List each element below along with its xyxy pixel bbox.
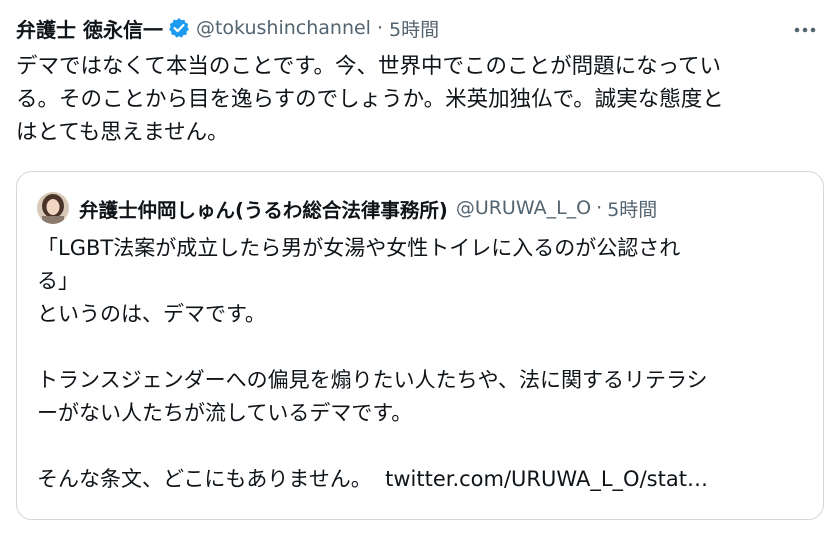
profile-avatar[interactable] [37, 192, 69, 224]
tweet-text-line: はとても思えません。 [16, 120, 229, 145]
more-horizontal-icon [794, 18, 816, 37]
quoted-tweet-header: 弁護士仲岡しゅん(うるわ総合法律事務所) @URUWA_L_O · 5時間 [37, 192, 657, 224]
quoted-text-line: そんな条文、どこにもありません。 [37, 467, 372, 491]
tweet: 弁護士 徳永信一 @tokushinchannel · 5時間 デマではなくて本… [0, 0, 832, 545]
quoted-text-last-line: そんな条文、どこにもありません。 twitter.com/URUWA_L_O/s… [37, 463, 777, 496]
tweet-text-line: る。そのことから目を逸らすのでしょうか。米英加独仏で。誠実な態度と [16, 87, 724, 112]
quoted-text-line: ーがない人たちが流しているデマです。 [37, 401, 413, 425]
tweet-text-line: デマではなくて本当のことです。今、世界中でこのことが問題になってい [16, 54, 721, 79]
quoted-text-line: る」 [37, 269, 79, 293]
tweet-header: 弁護士 徳永信一 @tokushinchannel · 5時間 [16, 13, 439, 43]
header-separator: · [376, 17, 383, 39]
quoted-author-handle[interactable]: @URUWA_L_O [456, 197, 591, 219]
quoted-author-display-name[interactable]: 弁護士仲岡しゅん(うるわ総合法律事務所) [79, 194, 448, 223]
quoted-header-separator: · [596, 197, 603, 219]
quoted-tweet-timestamp[interactable]: 5時間 [607, 195, 657, 222]
quoted-tweet-text: 「LGBT法案が成立したら男が女湯や女性トイレに入るのが公認され る」 というの… [37, 232, 777, 496]
verified-badge-icon [168, 17, 190, 39]
more-options-button[interactable] [788, 12, 822, 42]
quoted-text-line: 「LGBT法案が成立したら男が女湯や女性トイレに入るのが公認され [37, 236, 681, 260]
author-display-name[interactable]: 弁護士 徳永信一 [16, 14, 163, 43]
quoted-text-line: トランスジェンダーへの偏見を煽りたい人たちや、法に関するリテラシ [37, 368, 708, 392]
tweet-link[interactable]: twitter.com/URUWA_L_O/stat… [385, 467, 708, 491]
tweet-timestamp[interactable]: 5時間 [389, 15, 439, 42]
quoted-text-line [37, 331, 777, 364]
quoted-text-line: というのは、デマです。 [37, 302, 266, 326]
tweet-text: デマではなくて本当のことです。今、世界中でこのことが問題になってい る。そのこと… [16, 50, 816, 149]
author-handle[interactable]: @tokushinchannel [196, 17, 371, 39]
quoted-tweet-card[interactable]: 弁護士仲岡しゅん(うるわ総合法律事務所) @URUWA_L_O · 5時間 「L… [16, 171, 824, 520]
quoted-text-line [37, 430, 777, 463]
